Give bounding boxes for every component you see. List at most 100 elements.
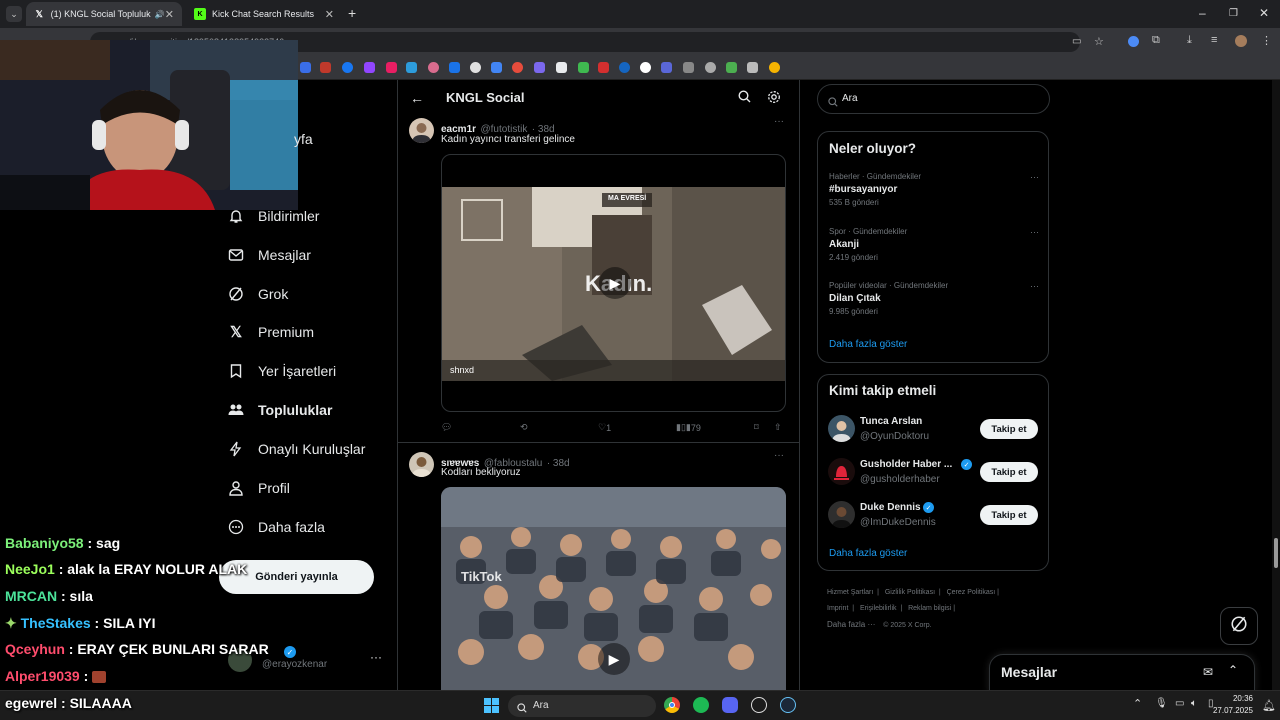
trend-more-icon[interactable]: ···	[1030, 281, 1039, 291]
footer-link[interactable]: Hizmet Şartları	[827, 589, 873, 596]
search-icon[interactable]	[738, 90, 751, 108]
spotify-icon[interactable]	[693, 697, 709, 713]
bookmark-icon[interactable]	[640, 62, 651, 73]
retweet-icon[interactable]: ⟲	[520, 422, 528, 433]
footer-link[interactable]: Erişilebilirlik	[860, 605, 897, 612]
views-button[interactable]: ▮▯▮ 79	[676, 422, 701, 433]
bookmark-icon[interactable]	[619, 62, 630, 73]
download-icon[interactable]: ⤓	[1187, 34, 1192, 47]
bookmark-icon[interactable]	[364, 62, 375, 73]
minimize-icon[interactable]: –	[1199, 6, 1206, 20]
user-avatar[interactable]	[828, 501, 855, 528]
tab-kickchat[interactable]: K Kick Chat Search Results ✕	[186, 2, 342, 26]
user-name[interactable]: Gusholder Haber ...	[860, 459, 952, 470]
tweet-video[interactable]: TikTok ▶	[441, 487, 786, 697]
clock-date[interactable]: 27.07.2025	[1203, 706, 1253, 715]
follow-suggestion[interactable]: Tunca Arslan @OyunDoktoru Takip et	[818, 415, 1050, 445]
tweet-time[interactable]: · 38d	[547, 458, 570, 469]
bookmark-icon[interactable]	[769, 62, 780, 73]
follow-suggestion[interactable]: Gusholder Haber ... ✓ @gusholderhaber Ta…	[818, 458, 1050, 488]
nav-more[interactable]: Daha fazla	[228, 515, 325, 539]
notification-icon[interactable]: 🔔︎	[1262, 699, 1276, 712]
nav-communities[interactable]: Topluluklar	[228, 398, 332, 422]
tab-search-button[interactable]: ⌄	[6, 6, 22, 22]
trend-item[interactable]: Haberler · Gündemdekiler #bursayanıyor 5…	[829, 172, 1039, 207]
tray-chevron-icon[interactable]: ⌃	[1133, 697, 1142, 710]
cast-icon[interactable]: ▭	[1072, 36, 1081, 47]
extension-icon[interactable]	[1128, 36, 1139, 47]
bookmark-icon[interactable]	[491, 62, 502, 73]
reply-icon[interactable]: 💬︎	[441, 422, 452, 433]
user-name[interactable]: Tunca Arslan	[860, 416, 922, 427]
clock-time[interactable]: 20:36	[1211, 694, 1253, 703]
new-message-icon[interactable]: ✉	[1203, 665, 1213, 679]
follow-button[interactable]: Takip et	[980, 462, 1038, 482]
media-icon[interactable]: ≡	[1211, 34, 1217, 46]
nav-verified-orgs[interactable]: Onaylı Kuruluşlar	[228, 437, 365, 461]
follow-show-more-link[interactable]: Daha fazla göster	[829, 548, 907, 559]
maximize-icon[interactable]: ❐	[1229, 8, 1238, 19]
grok-float-button[interactable]	[1220, 607, 1258, 645]
bookmark-icon[interactable]	[449, 62, 460, 73]
obs-icon[interactable]	[751, 697, 767, 713]
page-scrollbar[interactable]	[1272, 80, 1280, 690]
bookmark-icon[interactable]	[320, 62, 331, 73]
nav-notifications[interactable]: Bildirimler	[228, 204, 319, 228]
menu-dots-icon[interactable]: ⋮	[1261, 34, 1272, 47]
bookmark-icon[interactable]	[300, 62, 311, 73]
bookmark-icon[interactable]	[342, 62, 353, 73]
nav-profile[interactable]: Profil	[228, 476, 290, 500]
tweet-video[interactable]: MA EVRESİ Kadın. ▶ shnxd	[441, 154, 786, 412]
steam-icon[interactable]	[780, 697, 796, 713]
play-icon[interactable]: ▶	[599, 267, 631, 299]
footer-link[interactable]: Imprint	[827, 605, 848, 612]
tweet-more-icon[interactable]: ···	[774, 116, 784, 127]
follow-button[interactable]: Takip et	[980, 419, 1038, 439]
bookmark-icon[interactable]	[683, 62, 694, 73]
user-avatar[interactable]	[828, 458, 855, 485]
user-avatar[interactable]	[828, 415, 855, 442]
nav-grok[interactable]: Grok	[228, 282, 288, 306]
trend-more-icon[interactable]: ···	[1030, 227, 1039, 237]
taskbar-search[interactable]: Ara	[508, 695, 656, 717]
bookmark-icon[interactable]	[470, 62, 481, 73]
close-tab-icon[interactable]: ✕	[165, 8, 174, 21]
profile-avatar[interactable]	[1235, 35, 1247, 47]
footer-link[interactable]: Çerez Politikası	[947, 589, 996, 596]
follow-button[interactable]: Takip et	[980, 505, 1038, 525]
bookmark-icon[interactable]	[705, 62, 716, 73]
trends-show-more-link[interactable]: Daha fazla göster	[829, 339, 907, 350]
collapse-up-icon[interactable]: ⌃	[1228, 663, 1238, 677]
close-tab-icon[interactable]: ✕	[325, 8, 334, 21]
scrollbar-thumb[interactable]	[1274, 538, 1278, 568]
settings-gear-icon[interactable]	[767, 90, 781, 109]
trend-more-icon[interactable]: ···	[1030, 172, 1039, 182]
tweet-author-avatar[interactable]	[409, 118, 434, 143]
nav-home[interactable]: yfa	[294, 127, 313, 151]
bookmark-icon[interactable]	[534, 62, 545, 73]
close-window-icon[interactable]: ✕	[1259, 6, 1269, 20]
search-input[interactable]: Ara	[817, 84, 1050, 114]
nav-bookmarks[interactable]: Yer İşaretleri	[228, 359, 336, 383]
chrome-icon[interactable]	[664, 697, 680, 713]
footer-link[interactable]: Gizlilik Politikası	[885, 589, 935, 596]
play-icon[interactable]: ▶	[598, 643, 630, 675]
account-menu-icon[interactable]: ···	[370, 650, 382, 664]
bookmark-star-icon[interactable]: ☆	[1094, 35, 1104, 48]
user-name[interactable]: Duke Dennis	[860, 502, 921, 513]
discord-icon[interactable]	[722, 697, 738, 713]
bookmark-icon[interactable]	[598, 62, 609, 73]
bookmark-icon[interactable]	[428, 62, 439, 73]
nav-messages[interactable]: Mesajlar	[228, 243, 311, 267]
like-button[interactable]: ♡ 1	[598, 422, 611, 433]
bookmark-icon[interactable]	[406, 62, 417, 73]
bookmark-icon[interactable]	[512, 62, 523, 73]
bookmark-icon[interactable]: ⌑	[754, 422, 759, 433]
bookmark-icon[interactable]	[386, 62, 397, 73]
tab-knglsocial[interactable]: 𝕏 (1) KNGL Social Topluluk / X 🔊 ✕	[26, 2, 182, 26]
footer-link[interactable]: Daha fazla ···	[827, 620, 875, 629]
share-icon[interactable]: ⇧	[774, 422, 782, 433]
trend-item[interactable]: Popüler videolar · Gündemdekiler Dilan Ç…	[829, 281, 1039, 316]
footer-link[interactable]: Reklam bilgisi	[908, 605, 951, 612]
bookmark-icon[interactable]	[578, 62, 589, 73]
